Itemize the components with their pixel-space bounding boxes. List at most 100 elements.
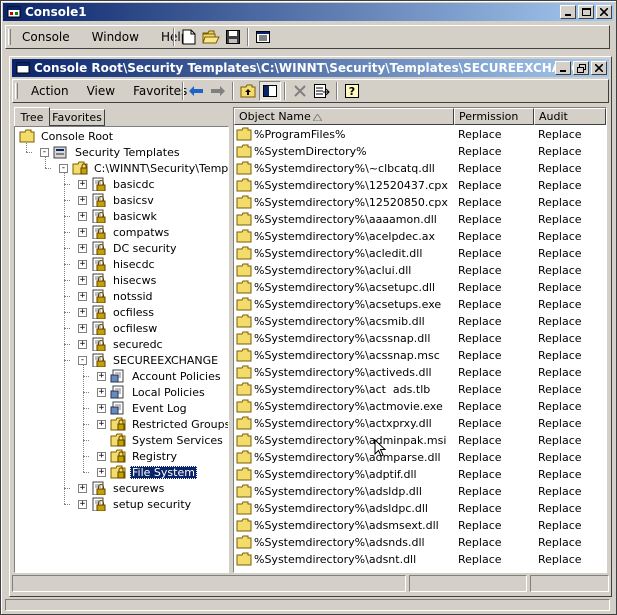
expand-toggle[interactable]: + xyxy=(78,243,87,253)
tree-item-hisecws[interactable]: + hisecws xyxy=(78,272,158,288)
tree-item-local-policies[interactable]: + Local Policies xyxy=(97,384,207,400)
open-console-button[interactable] xyxy=(200,27,222,47)
tree-item-basicsv[interactable]: + basicsv xyxy=(78,192,156,208)
child-close-button[interactable] xyxy=(591,61,607,75)
list-row[interactable]: %Systemdirectory%\adsnt.dll Replace Replac… xyxy=(234,551,606,568)
child-restore-button[interactable] xyxy=(573,61,589,75)
menu-console[interactable]: Console xyxy=(16,30,76,44)
tree-item-dc-security[interactable]: + DC security xyxy=(78,240,179,256)
tree-item-securews[interactable]: + securews xyxy=(78,480,166,496)
expand-toggle[interactable]: + xyxy=(78,339,87,349)
list-row[interactable]: %Systemdirectory%\aclui.dll Replace Replac… xyxy=(234,262,606,279)
list-row[interactable]: %Systemdirectory%\admparse.dll Replace Rep… xyxy=(234,449,606,466)
expand-toggle[interactable]: + xyxy=(97,371,106,381)
list-row[interactable]: %Systemdirectory%\acsmib.dll Replace Repla… xyxy=(234,313,606,330)
child-minimize-button[interactable] xyxy=(555,61,571,75)
tree-item-event-log[interactable]: + Event Log xyxy=(97,400,189,416)
expand-toggle[interactable]: + xyxy=(97,467,106,477)
list-row[interactable]: %Systemdirectory%\act ads.tlb Replace Repl… xyxy=(234,381,606,398)
tree-item-ocfiless[interactable]: + ocfiless xyxy=(78,304,156,320)
export-list-button[interactable] xyxy=(311,81,333,101)
expand-toggle[interactable]: + xyxy=(97,451,106,461)
tree-item-registry[interactable]: + Registry xyxy=(97,448,179,464)
list-row[interactable]: %Systemdirectory%\acsetups.exe Replace Rep… xyxy=(234,296,606,313)
list-row[interactable]: %Systemdirectory%\acsetupc.dll Replace Rep… xyxy=(234,279,606,296)
list-row[interactable]: %Systemdirectory%\acssnap.dll Replace Repl… xyxy=(234,330,606,347)
expand-toggle[interactable]: + xyxy=(78,179,87,189)
menu-action[interactable]: Action xyxy=(25,84,75,98)
tree-item-console-root[interactable]: Console Root xyxy=(19,128,115,144)
tree-item-basicwk[interactable]: + basicwk xyxy=(78,208,159,224)
collapse-toggle[interactable]: - xyxy=(40,147,49,157)
tree-item-securedc[interactable]: + securedc xyxy=(78,336,165,352)
tab-tree[interactable]: Tree xyxy=(14,107,50,126)
list-row[interactable]: %Systemdirectory%\12520437.cpx Replace Rep… xyxy=(234,177,606,194)
delete-button[interactable] xyxy=(289,81,311,101)
list-row[interactable]: %Systemdirectory%\adsmsext.dll Replace Rep… xyxy=(234,517,606,534)
expand-toggle[interactable]: + xyxy=(78,275,87,285)
list-row[interactable]: %Systemdirectory%\acelpdec.ax Replace Repl… xyxy=(234,228,606,245)
expand-toggle[interactable]: + xyxy=(78,259,87,269)
expand-toggle[interactable]: + xyxy=(78,307,87,317)
tree-item-secureexchange[interactable]: - SECUREEXCHANGE xyxy=(78,352,220,368)
menubar-grip[interactable] xyxy=(8,29,11,45)
expand-toggle[interactable]: + xyxy=(97,403,106,413)
tree-item-setup-security[interactable]: + setup security xyxy=(78,496,193,512)
expand-toggle[interactable]: + xyxy=(97,419,106,429)
column-header-audit[interactable]: Audit xyxy=(534,108,606,125)
forward-button[interactable] xyxy=(207,81,229,101)
column-header-object-name[interactable]: Object Name xyxy=(234,108,454,125)
tree-item-system-services[interactable]: System Services xyxy=(97,432,225,448)
expand-toggle[interactable]: + xyxy=(78,227,87,237)
list-row[interactable]: %Systemdirectory%\~clbcatq.dll Replace Rep… xyxy=(234,160,606,177)
expand-toggle[interactable]: + xyxy=(78,211,87,221)
close-button[interactable] xyxy=(596,5,612,19)
toolbar-grip[interactable] xyxy=(15,83,18,99)
tab-favorites[interactable]: Favorites xyxy=(49,109,105,126)
child-titlebar[interactable]: Console Root\Security Templates\C:\WINNT… xyxy=(12,59,609,77)
menu-window[interactable]: Window xyxy=(86,30,145,44)
expand-toggle[interactable]: + xyxy=(78,483,87,493)
list-row[interactable]: %Systemdirectory%\activeds.dll Replace Rep… xyxy=(234,364,606,381)
list-row[interactable]: %Systemdirectory%\adminpak.msi Replace Rep… xyxy=(234,432,606,449)
list-row[interactable]: %Systemdirectory%\adptif.dll Replace Repla… xyxy=(234,466,606,483)
collapse-toggle[interactable]: - xyxy=(78,355,87,365)
list-row[interactable]: %ProgramFiles% Replace Replace xyxy=(234,126,606,143)
new-console-button[interactable] xyxy=(178,27,200,47)
back-button[interactable] xyxy=(185,81,207,101)
tree-item-ocfilesw[interactable]: + ocfilesw xyxy=(78,320,159,336)
window-list-button[interactable] xyxy=(252,27,274,47)
show-hide-tree-button[interactable] xyxy=(259,81,281,101)
expand-toggle[interactable]: + xyxy=(78,195,87,205)
list-row[interactable]: %Systemdirectory%\aaaamon.dll Replace Repl… xyxy=(234,211,606,228)
list-row[interactable]: %Systemdirectory%\acssnap.msc Replace Repl… xyxy=(234,347,606,364)
tree-item-file-system[interactable]: + File System xyxy=(97,464,197,480)
help-button[interactable]: ? xyxy=(341,81,363,101)
collapse-toggle[interactable]: - xyxy=(59,163,68,173)
list-row[interactable]: %Systemdirectory%\adsldp.dll Replace Repla… xyxy=(234,483,606,500)
expand-toggle[interactable]: + xyxy=(78,291,87,301)
maximize-button[interactable] xyxy=(578,5,594,19)
list-row[interactable]: %Systemdirectory%\12520850.cpx Replace Rep… xyxy=(234,194,606,211)
tree-item-basicdc[interactable]: + basicdc xyxy=(78,176,157,192)
expand-toggle[interactable]: + xyxy=(97,387,106,397)
tree-item-hisecdc[interactable]: + hisecdc xyxy=(78,256,157,272)
up-one-level-button[interactable] xyxy=(237,81,259,101)
minimize-button[interactable] xyxy=(560,5,576,19)
list-row[interactable]: %Systemdirectory%\adsldpc.dll Replace Repl… xyxy=(234,500,606,517)
list-row[interactable]: %SystemDirectory% Replace Replace xyxy=(234,143,606,160)
tree-item-restricted-groups[interactable]: + Restricted Groups xyxy=(97,416,228,432)
list-row[interactable]: %Systemdirectory%\acledit.dll Replace Repl… xyxy=(234,245,606,262)
list-row[interactable]: %Systemdirectory%\adsnds.dll Replace Repla… xyxy=(234,534,606,551)
save-console-button[interactable] xyxy=(222,27,244,47)
console-titlebar[interactable]: Console1 xyxy=(3,3,614,21)
tree-pane[interactable]: Console Root - Security Templates - C:\WINNT… xyxy=(14,126,229,573)
list-row[interactable]: %Systemdirectory%\actmovie.exe Replace Rep… xyxy=(234,398,606,415)
tree-item-c-winnt-security-templates[interactable]: - C:\WINNT\Security\Templates xyxy=(59,160,228,176)
tree-item-compatws[interactable]: + compatws xyxy=(78,224,171,240)
list-pane[interactable]: Object Name Permission Audit %ProgramFil… xyxy=(233,107,607,573)
column-header-permission[interactable]: Permission xyxy=(454,108,534,125)
expand-toggle[interactable]: + xyxy=(78,323,87,333)
list-row[interactable]: %Systemdirectory%\actxprxy.dll Replace Rep… xyxy=(234,415,606,432)
tree-item-security-templates[interactable]: - Security Templates xyxy=(40,144,182,160)
